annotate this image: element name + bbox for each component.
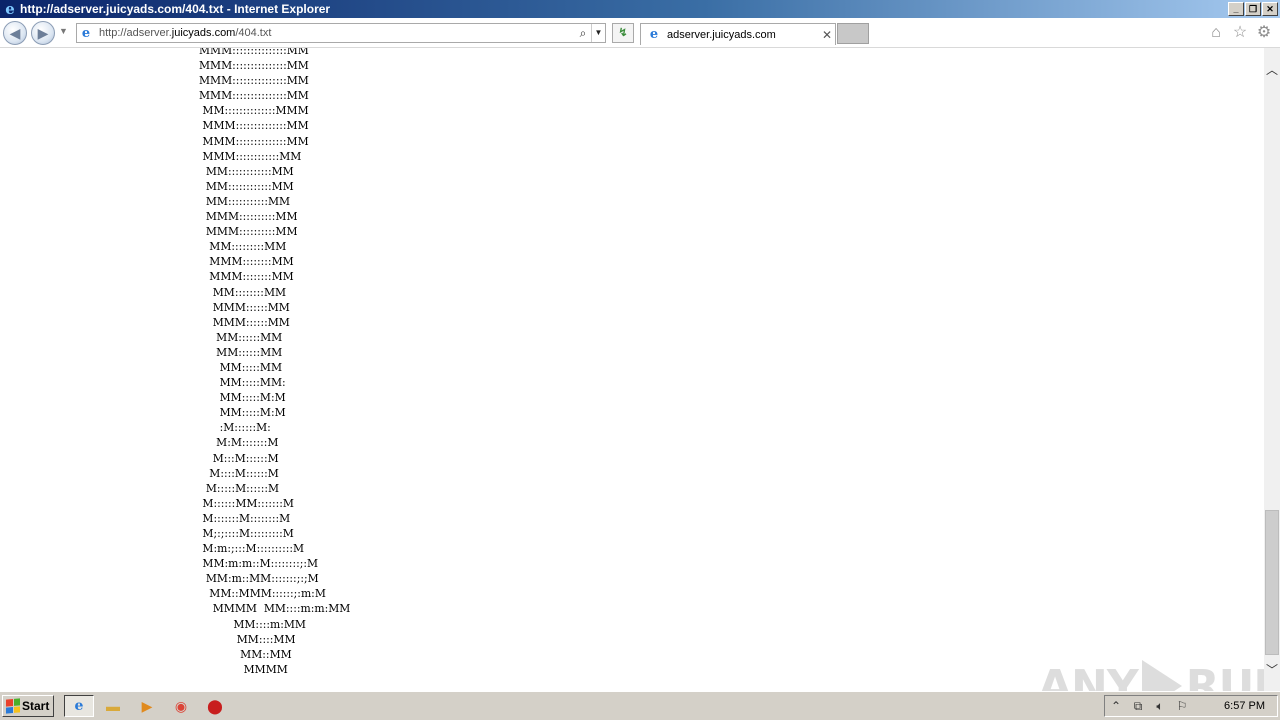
ascii-line: MMM::::::::::MM (199, 225, 298, 239)
window-controls: _ ❐ ✕ (1228, 2, 1278, 16)
ascii-line: MM::::::::::::MM (199, 179, 294, 193)
back-button[interactable]: ◀ (3, 21, 27, 45)
play-icon (1141, 660, 1182, 691)
ascii-line: MMM::::::::MM (199, 255, 294, 269)
ascii-line: MM::::::MM (199, 345, 283, 359)
ascii-line: M:::::::M::::::::M (199, 511, 291, 525)
ascii-art-text: MMM:::::::::::::::MM MMM:::::::::::::::MM… (199, 48, 350, 677)
clock[interactable]: 6:57 PM (1224, 700, 1265, 712)
scroll-up-icon[interactable]: ︿ (1264, 62, 1280, 78)
page-ie-icon: e (81, 25, 91, 41)
watermark-text-left: ANY (1038, 660, 1139, 692)
ascii-line: MMM::::::::::MM (199, 210, 298, 224)
ascii-line: :M::::::M: (199, 421, 271, 435)
forward-button[interactable]: ▶ (31, 21, 55, 45)
tray-expand-icon[interactable]: ⌃ (1105, 699, 1127, 713)
tab-close-icon[interactable]: ✕ (819, 28, 835, 42)
ascii-line: MM::::::::::::MM (199, 164, 294, 178)
favorites-star-icon[interactable]: ☆ (1232, 25, 1248, 41)
ascii-line: MM:::::MM: (199, 376, 286, 390)
taskbar-ie-icon[interactable]: e (64, 695, 94, 717)
restore-button[interactable]: ❐ (1245, 2, 1261, 16)
scroll-down-icon[interactable]: ﹀ (1264, 662, 1280, 678)
title-bar: e http://adserver.juicyads.com/404.txt -… (0, 0, 1280, 18)
home-icon[interactable]: ⌂ (1208, 25, 1224, 41)
watermark-text-right: RUN (1185, 660, 1264, 692)
ascii-line: M:::::M::::::M (199, 481, 280, 495)
ascii-line: M::::M::::::M (199, 466, 279, 480)
ascii-line: MMM:::::::::::::::MM (199, 74, 309, 88)
ascii-line: M::::::MM:::::::M (199, 496, 294, 510)
vertical-scrollbar[interactable]: ︿ ﹀ (1264, 48, 1280, 691)
ascii-line: MMMM MM::::m:m:MM (199, 602, 351, 616)
address-bar[interactable]: e http://adserver.juicyads.com/404.txt ⌕… (76, 23, 606, 43)
ascii-line: MMM::::::MM (199, 315, 290, 329)
ascii-line: M;:;::::M:::::::::M (199, 527, 294, 540)
new-tab-button[interactable] (837, 23, 869, 44)
ascii-line: MM::::::MM (199, 330, 283, 344)
ascii-line: MM:::::MM (199, 360, 283, 374)
ascii-line: MMM::::::::MM (199, 270, 294, 284)
ascii-line: MMM::::::::::::::MM (199, 134, 309, 148)
window-title: http://adserver.juicyads.com/404.txt - I… (20, 2, 331, 16)
ascii-line: M:m:;:::M::::::::::M (199, 542, 305, 556)
ascii-line: MMM:::::::::::::::MM (199, 59, 309, 73)
taskbar-chrome-icon[interactable]: ◉ (166, 695, 196, 717)
volume-icon[interactable]: 🔈︎ (1149, 699, 1171, 714)
start-button[interactable]: Start (2, 695, 54, 717)
tab-adserver[interactable]: e adserver.juicyads.com ✕ (640, 23, 836, 45)
ascii-line: MM:::::::::::MM (199, 194, 291, 208)
toolbar-right-icons: ⌂ ☆ ⚙ (1208, 25, 1272, 41)
ascii-line: MM::::m:MM (199, 617, 306, 631)
minimize-button[interactable]: _ (1228, 2, 1244, 16)
windows-flag-icon (6, 698, 20, 714)
ascii-line: MM:::::::::MM (199, 240, 287, 254)
ascii-line: MMM:::::::::::::::MM (199, 48, 309, 57)
search-icon[interactable]: ⌕ (575, 26, 591, 41)
ascii-line: MM::MM (199, 647, 292, 661)
ascii-line: MM:m::MM:::::::;:;M (199, 572, 319, 586)
ascii-line: MM:::::M:M (199, 406, 286, 420)
history-dropdown-icon[interactable]: ▼ (59, 26, 68, 36)
compatibility-refresh-button[interactable]: ↯ (612, 23, 634, 43)
ascii-line: MM:::::M:M (199, 391, 286, 405)
ascii-line: MM:m:m::M::::::::;:M (199, 557, 319, 571)
ascii-line: MM::MMM::::::;:m:M (199, 587, 326, 601)
tab-label: adserver.juicyads.com (667, 28, 776, 41)
ascii-line: MMM::::::::::::::MM (199, 119, 309, 133)
address-url[interactable]: http://adserver.juicyads.com/404.txt (95, 27, 575, 39)
system-tray: ⌃ ⧉ 🔈︎ ⚐ 6:57 PM (1104, 695, 1278, 717)
settings-gear-icon[interactable]: ⚙ (1256, 25, 1272, 41)
page-content: MMM:::::::::::::::MM MMM:::::::::::::::MM… (0, 48, 1264, 691)
ascii-line: MMM::::::MM (199, 300, 290, 314)
ie-logo-icon: e (5, 0, 15, 18)
action-center-flag-icon[interactable]: ⚐ (1171, 699, 1193, 713)
tab-ie-icon: e (649, 27, 659, 42)
taskbar: Start e ▬ ▶ ◉ ⬤ ⌃ ⧉ 🔈︎ ⚐ 6:57 PM (0, 691, 1280, 720)
scrollbar-thumb[interactable] (1265, 510, 1279, 655)
ascii-line: MM::::MM (199, 632, 296, 646)
ascii-line: MMM::::::::::::MM (199, 149, 302, 163)
taskbar-stop-icon[interactable]: ⬤ (200, 695, 230, 717)
taskbar-media-player-icon[interactable]: ▶ (132, 695, 162, 717)
ascii-line: MM::::::::::::::MMM (199, 104, 309, 118)
ascii-line: M:::M::::::M (199, 451, 279, 465)
close-button[interactable]: ✕ (1262, 2, 1278, 16)
ascii-line: M:M:::::::M (199, 436, 279, 450)
ascii-line: MM::::::::MM (199, 285, 287, 299)
ascii-line: MMM:::::::::::::::MM (199, 89, 309, 103)
ascii-line: MMMM (199, 662, 288, 676)
network-icon[interactable]: ⧉ (1127, 699, 1149, 714)
start-label: Start (22, 699, 50, 713)
anyrun-watermark: ANY RUN (1038, 656, 1264, 691)
address-dropdown-icon[interactable]: ▼ (591, 24, 605, 42)
browser-toolbar: ◀ ▶ ▼ e http://adserver.juicyads.com/404… (0, 18, 1280, 48)
taskbar-explorer-icon[interactable]: ▬ (98, 695, 128, 717)
